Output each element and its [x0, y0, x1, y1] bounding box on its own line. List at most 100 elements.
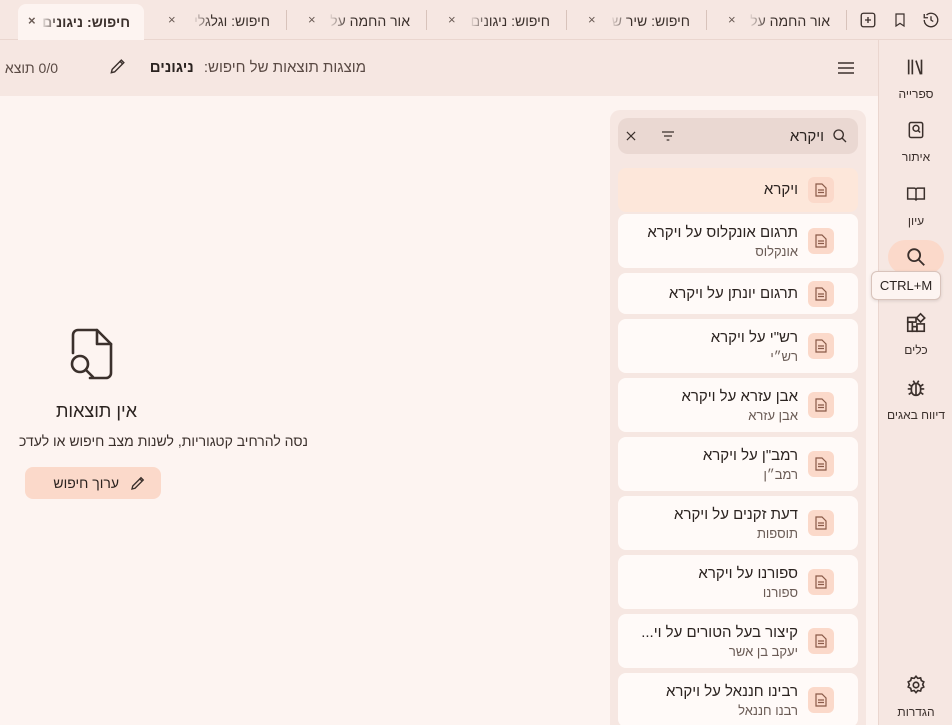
- document-icon: [808, 333, 834, 359]
- nav-library[interactable]: ספרייה: [887, 50, 945, 110]
- document-icon: [808, 569, 834, 595]
- book-author: אונקלוס: [755, 244, 798, 259]
- nav-find-book[interactable]: איתור: [887, 113, 945, 173]
- tab-bar: × אור החמה על × חיפוש: שיר ש × חיפוש: ני…: [0, 0, 952, 40]
- nav-label: כלים: [904, 343, 928, 357]
- tab-item-active[interactable]: × חיפוש: ניגונים: [18, 4, 144, 40]
- close-icon[interactable]: ×: [588, 12, 596, 27]
- empty-state-subtitle: נסה להרחיב קטגוריות, לשנות מצב חיפוש או …: [19, 433, 308, 449]
- book-author: ספורנו: [762, 585, 798, 600]
- book-title: ספורנו על ויקרא: [698, 565, 798, 582]
- tab-label: חיפוש: ניגונים: [468, 13, 550, 31]
- tab-label: חיפוש: וגלגלי: [192, 13, 270, 31]
- tab-divider: [566, 10, 567, 30]
- results-count: 0/0 תוצא: [4, 60, 58, 76]
- nav-rail: ספרייה איתור עיון כלים דיווח באגים הגדרו…: [878, 40, 952, 725]
- list-item[interactable]: תרגום אונקלוס על ויקרא אונקלוס: [618, 214, 858, 268]
- find-book-icon: [888, 113, 944, 147]
- edit-search-button[interactable]: ערוך חיפוש: [25, 467, 161, 499]
- list-item[interactable]: ויקרא: [618, 168, 858, 212]
- file-search-icon: [66, 326, 116, 382]
- close-icon[interactable]: ×: [448, 12, 456, 27]
- list-item[interactable]: ספורנו על ויקרא ספורנו: [618, 555, 858, 609]
- menu-icon[interactable]: [836, 58, 858, 78]
- close-icon[interactable]: ×: [308, 12, 316, 27]
- tab-label: חיפוש: שיר ש: [609, 13, 690, 31]
- results-header: מוצגות תוצאות של חיפוש: ניגונים 0/0 תוצא: [0, 40, 878, 96]
- bug-icon: [888, 371, 944, 405]
- nav-label: דיווח באגים: [886, 408, 946, 422]
- tab-item[interactable]: × אור החמה על: [718, 5, 844, 36]
- document-icon: [808, 510, 834, 536]
- book-title: קיצור בעל הטורים על וי...: [641, 624, 798, 641]
- book-author: אבן עזרא: [748, 408, 798, 423]
- document-icon: [808, 392, 834, 418]
- tab-item[interactable]: × חיפוש: וגלגלי: [158, 5, 284, 36]
- reading-icon: [888, 177, 944, 211]
- edit-query-icon[interactable]: [108, 56, 130, 78]
- book-title: רש"י על ויקרא: [710, 329, 798, 346]
- tab-divider: [846, 10, 847, 30]
- book-author: רבנו חננאל: [738, 703, 798, 718]
- tab-label: אור החמה על: [328, 13, 410, 31]
- book-author: רמב״ן: [763, 467, 798, 482]
- tab-item[interactable]: × אור החמה על: [298, 5, 424, 36]
- close-icon[interactable]: ×: [728, 12, 736, 27]
- clear-search-icon[interactable]: [621, 126, 641, 146]
- tab-item[interactable]: × חיפוש: שיר ש: [578, 5, 704, 36]
- results-title: מוצגות תוצאות של חיפוש: ניגונים: [150, 59, 366, 76]
- book-author: יעקב בן אשר: [728, 644, 798, 659]
- search-query-label: ניגונים: [149, 59, 194, 76]
- document-icon: [808, 281, 834, 307]
- book-search-panel: ויקרא תרגום אונקלוס על ויקרא אונקלוס תרג…: [610, 110, 866, 725]
- list-item[interactable]: קיצור בעל הטורים על וי... יעקב בן אשר: [618, 614, 858, 668]
- book-title: רבינו חננאל על ויקרא: [665, 683, 798, 700]
- tab-divider: [706, 10, 707, 30]
- tab-divider: [426, 10, 427, 30]
- document-icon: [808, 451, 834, 477]
- nav-label: איתור: [901, 150, 931, 164]
- document-icon: [808, 628, 834, 654]
- book-title: רמב"ן על ויקרא: [702, 447, 798, 464]
- search-icon: [830, 126, 850, 146]
- book-search-box: [618, 118, 858, 154]
- document-icon: [808, 228, 834, 254]
- document-icon: [808, 687, 834, 713]
- shortcut-tooltip: CTRL+M: [871, 271, 941, 300]
- nav-label: הגדרות: [897, 705, 935, 719]
- nav-settings[interactable]: הגדרות: [887, 668, 945, 725]
- tab-divider: [286, 10, 287, 30]
- list-item[interactable]: אבן עזרא על ויקרא אבן עזרא: [618, 378, 858, 432]
- nav-tools[interactable]: כלים: [887, 306, 945, 366]
- book-title: תרגום אונקלוס על ויקרא: [647, 224, 798, 241]
- nav-reading[interactable]: עיון: [887, 177, 945, 237]
- bookmark-icon[interactable]: [889, 9, 911, 31]
- book-title: ויקרא: [763, 181, 798, 198]
- list-item[interactable]: תרגום יונתן על ויקרא: [618, 273, 858, 314]
- list-item[interactable]: רמב"ן על ויקרא רמב״ן: [618, 437, 858, 491]
- document-icon: [808, 177, 834, 203]
- book-search-input[interactable]: [684, 118, 824, 154]
- close-icon[interactable]: ×: [168, 12, 176, 27]
- book-author: רש״י: [770, 349, 798, 364]
- search-icon: [888, 240, 944, 274]
- list-item[interactable]: רש"י על ויקרא רש״י: [618, 319, 858, 373]
- book-title: דעת זקנים על ויקרא: [674, 506, 798, 523]
- book-title: אבן עזרא על ויקרא: [681, 388, 798, 405]
- pencil-icon: [129, 474, 147, 492]
- library-icon: [888, 50, 944, 84]
- tools-icon: [888, 306, 944, 340]
- close-icon[interactable]: ×: [28, 13, 36, 28]
- nav-bug-report[interactable]: דיווח באגים: [887, 371, 945, 431]
- tab-item[interactable]: × חיפוש: ניגונים: [438, 5, 564, 36]
- empty-state-title: אין תוצאות: [56, 401, 137, 421]
- tab-label: אור החמה על: [748, 13, 830, 31]
- gear-icon: [888, 668, 944, 702]
- list-item[interactable]: רבינו חננאל על ויקרא רבנו חננאל: [618, 673, 858, 725]
- book-title: תרגום יונתן על ויקרא: [668, 285, 798, 302]
- add-tab-icon[interactable]: [857, 9, 879, 31]
- history-icon[interactable]: [920, 9, 942, 31]
- list-item[interactable]: דעת זקנים על ויקרא תוספות: [618, 496, 858, 550]
- filter-icon[interactable]: [658, 126, 678, 146]
- results-title-prefix: מוצגות תוצאות של חיפוש:: [203, 59, 366, 76]
